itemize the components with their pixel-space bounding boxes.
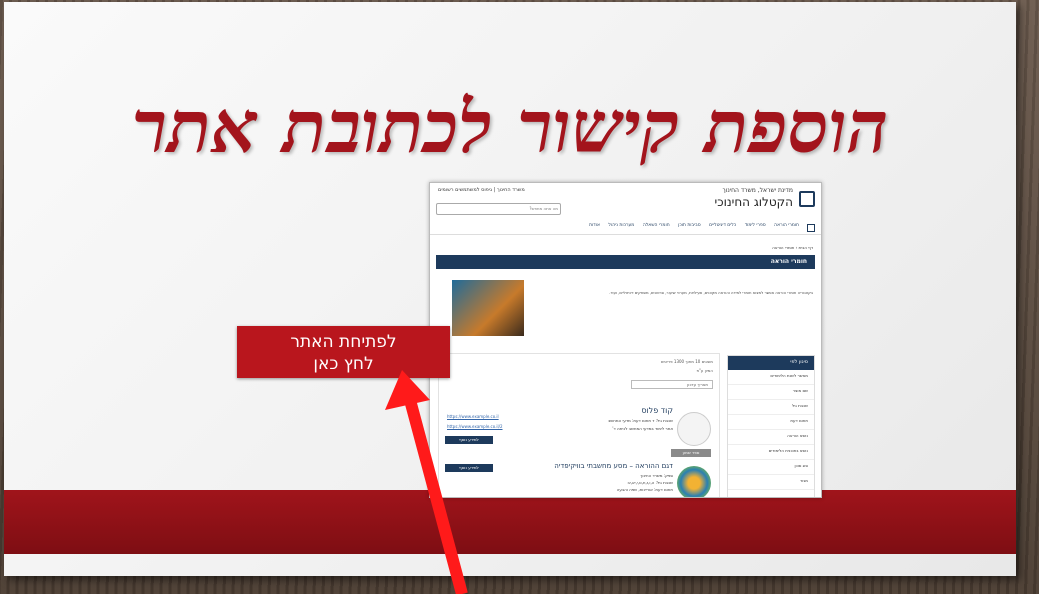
- item-thumbnail: [677, 466, 711, 497]
- filter-item[interactable]: סוג סוכן: [728, 460, 814, 475]
- presentation-slide: הוספת קישור לכתובת אתר מדינת ישראל, משרד…: [4, 2, 1016, 576]
- nav-item[interactable]: חומרי הוראה: [774, 223, 799, 228]
- item-meta: שכבת גיל: ד תחום דעת: מדעי המחשב: [608, 418, 673, 423]
- item-title[interactable]: דגם ההוראה – מסע מחשבתי בוויקיפדיה: [554, 462, 673, 470]
- state-emblem-icon: [799, 191, 815, 207]
- site-search-input[interactable]: מה אתה מחפש?: [436, 203, 561, 215]
- site-nav: חומרי הוראה ספרי לימוד כלים דיגיטליים סב…: [430, 223, 821, 235]
- filter-item[interactable]: נושא הוראה: [728, 430, 814, 445]
- item-link[interactable]: https://www.example.co.il: [447, 412, 499, 421]
- nav-item[interactable]: אודות: [589, 223, 600, 228]
- nav-item[interactable]: כלים דיגיטליים: [709, 223, 736, 228]
- audio-button[interactable]: ספר שמע: [671, 449, 711, 457]
- item-link[interactable]: https://www.example.co.il/2: [447, 422, 503, 431]
- breadcrumb[interactable]: דף הבית › חומרי הוראה: [772, 245, 813, 250]
- item-desc: אתר לימוד במדעי המחשב לכיתה ד': [612, 426, 673, 431]
- filter-item[interactable]: שכבת גיל: [728, 400, 814, 415]
- nav-item[interactable]: מערכות ניהול: [608, 223, 634, 228]
- item-thumbnail: [677, 412, 711, 446]
- nav-item[interactable]: ספרי לימוד: [745, 223, 766, 228]
- red-footer-band: [4, 490, 1016, 554]
- ministry-label: מדינת ישראל, משרד החינוך: [722, 187, 794, 194]
- nav-item[interactable]: סביבות תוכן: [678, 223, 701, 228]
- filter-heading: סינון לפי: [728, 356, 814, 370]
- nav-item[interactable]: חומרי השאלה: [643, 223, 670, 228]
- callout-line-1: לפתיחת האתר: [290, 332, 397, 352]
- item-meta: שכבת גיל: ה,ו,ז,ח,ט,י,יא,יב: [627, 480, 673, 485]
- intro-image: [452, 280, 524, 336]
- filter-item[interactable]: מגזר: [728, 475, 814, 490]
- results-count: מוצגים 10 מתוך 1300 פריטים: [660, 359, 713, 364]
- filter-item[interactable]: נושא בתוכנית הלימודים: [728, 445, 814, 460]
- more-info-button[interactable]: למידע נוסף: [445, 464, 493, 472]
- site-title: הקטלוג החינוכי: [714, 195, 793, 209]
- open-site-callout-button[interactable]: לפתיחת האתר לחץ כאן: [237, 326, 450, 378]
- filter-sidebar: סינון לפי מאשר לשנת הלימודים שם מוצר שכב…: [727, 355, 815, 497]
- callout-line-2: לחץ כאן: [313, 354, 374, 374]
- page-banner: חומרי הוראה: [436, 255, 815, 269]
- sort-select[interactable]: תאריך עדכון: [631, 380, 713, 389]
- website-screenshot[interactable]: מדינת ישראל, משרד החינוך הקטלוג החינוכי …: [429, 182, 822, 498]
- intro-text: בקטגוריה חומרי הוראה אפשר למצוא חומרי למ…: [609, 290, 813, 295]
- filter-item[interactable]: תחום דעת: [728, 415, 814, 430]
- header-logos: משרד החינוך | גיפוס למשתמשים רשומים: [438, 187, 525, 193]
- item-title[interactable]: קוד פלוס: [641, 406, 673, 415]
- filter-item[interactable]: מאשר לשנת הלימודים: [728, 370, 814, 385]
- slide-title: הוספת קישור לכתובת אתר: [131, 84, 889, 169]
- filter-item[interactable]: שם מוצר: [728, 385, 814, 400]
- results-panel: מוצגים 10 מתוך 1300 פריטים המיון ע"פ תאר…: [438, 353, 720, 497]
- item-meta: תחום דעת: אוריינות, שפה והבעה: [616, 487, 673, 492]
- more-info-button[interactable]: למידע נוסף: [445, 436, 493, 444]
- sort-label: המיון ע"פ: [696, 368, 713, 373]
- item-meta: ספק: משרד החינוך: [640, 473, 673, 478]
